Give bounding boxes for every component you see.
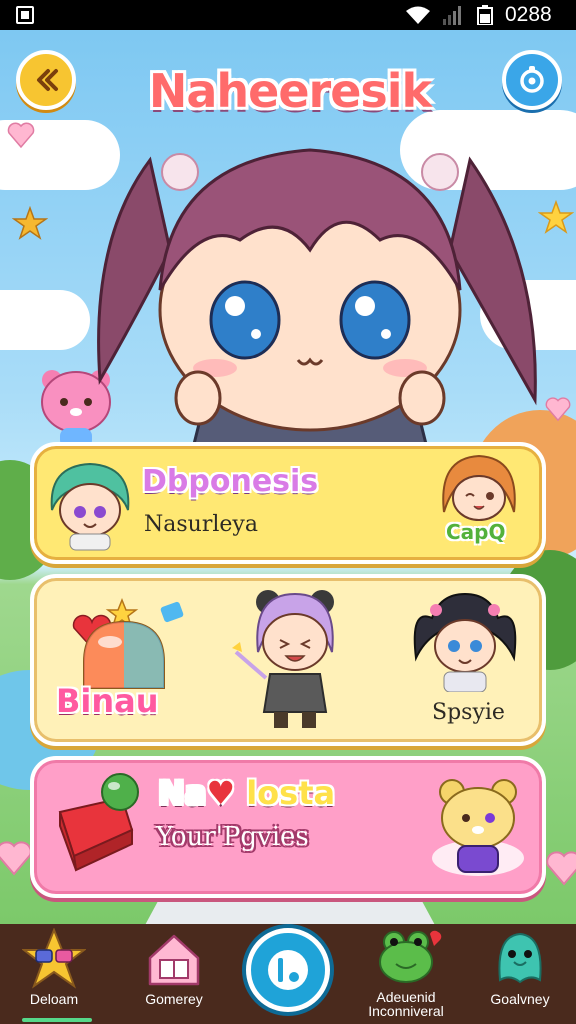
heart-icon — [0, 841, 32, 876]
power-icon — [268, 950, 308, 990]
nav-item-deloam[interactable]: Deloam — [4, 924, 104, 1024]
signal-icon — [443, 6, 461, 25]
nav-label-adeuenid: Adeuenid Inconniveral — [368, 989, 444, 1019]
card-2-label: Spsyie — [432, 700, 505, 725]
card-3-title-part-2: losta — [235, 774, 336, 812]
nav-item-goalvney[interactable]: Goalvney — [470, 924, 570, 1024]
bear-plush-icon — [432, 779, 524, 876]
card-3-title-part-1: Na — [158, 774, 207, 812]
heart-icon — [545, 397, 571, 422]
blob-icon — [498, 932, 542, 984]
card-3-subtitle: Your'Pgvies — [156, 822, 309, 852]
nav-label-gomerey: Gomerey — [145, 991, 203, 1007]
menu-card-2[interactable]: Binau Spsyie — [30, 574, 546, 746]
active-indicator — [22, 1018, 92, 1022]
menu-card-1[interactable]: Dbponesis Nasurleya CapQ — [30, 442, 546, 564]
center-action-button[interactable] — [246, 928, 330, 1012]
chevron-left-icon — [37, 69, 58, 91]
star-sunglasses-icon — [22, 928, 86, 989]
nav-label-deloam: Deloam — [29, 991, 79, 1007]
card-3-title: Na♥ losta — [158, 774, 335, 812]
back-button[interactable] — [16, 50, 76, 110]
battery-icon — [477, 5, 493, 25]
black-hair-character-icon — [413, 592, 517, 692]
wifi-icon — [406, 6, 430, 24]
target-icon — [520, 66, 544, 93]
menu-card-3[interactable]: Na♥ losta Your'Pgvies — [30, 756, 546, 898]
cake-slice-icon — [58, 773, 139, 872]
star-icon — [538, 200, 574, 234]
frog-icon — [379, 930, 442, 983]
star-character-icon — [12, 206, 48, 240]
nav-item-adeuenid[interactable]: Adeuenid Inconniveral — [356, 924, 456, 1024]
heart-icon — [7, 122, 35, 149]
notification-icon — [16, 6, 34, 24]
app-title: Naheeresik — [148, 64, 432, 118]
status-bar: 0288 — [0, 0, 576, 30]
nav-label-goalvney: Goalvney — [490, 991, 550, 1007]
settings-button[interactable] — [502, 50, 562, 110]
house-icon — [148, 934, 200, 986]
card-1-subtitle: Nasurleya — [144, 512, 258, 537]
nav-item-gomerey[interactable]: Gomerey — [124, 924, 224, 1024]
card-1-badge: CapQ — [446, 520, 506, 544]
card-1-title: Dbponesis — [142, 464, 319, 499]
status-time: 0288 — [505, 3, 552, 26]
hero-character-image — [97, 148, 537, 460]
green-hair-character-icon — [50, 462, 130, 551]
purple-hair-character-icon — [232, 590, 334, 728]
card-2-title: Binau — [56, 682, 159, 720]
heart-icon — [546, 851, 576, 886]
rainbow-jelly-icon — [72, 597, 184, 689]
card-3-title-heart: ♥ — [206, 774, 236, 812]
orange-hair-character-icon — [442, 454, 516, 521]
